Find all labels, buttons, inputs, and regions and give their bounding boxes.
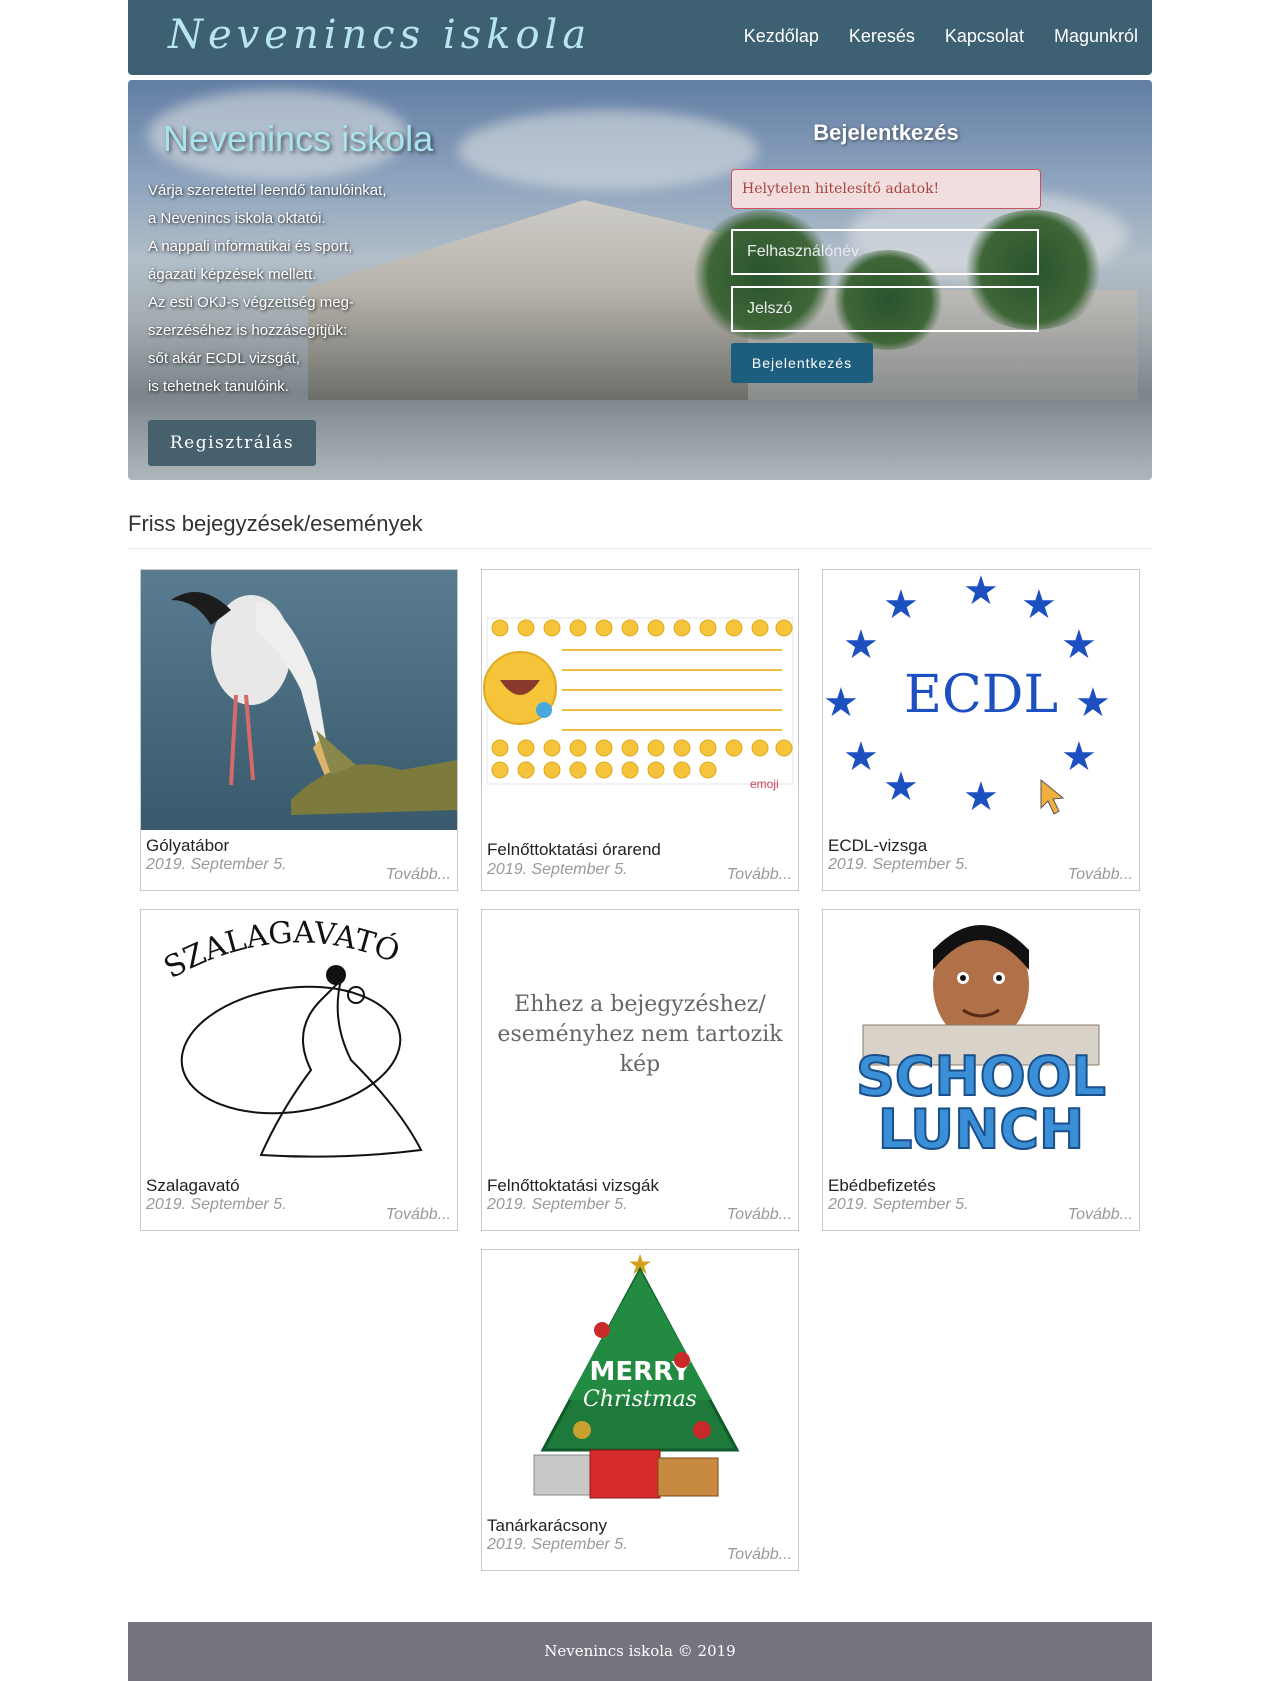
lunch-text-2: LUNCH	[878, 1098, 1084, 1161]
footer: Nevenincs iskola © 2019	[128, 1622, 1152, 1681]
post-title[interactable]: Tanárkarácsony	[487, 1516, 607, 1536]
read-more-link[interactable]: Tovább...	[727, 866, 792, 884]
nav-links: Kezdőlap Keresés Kapcsolat Magunkról	[744, 26, 1138, 47]
post-title[interactable]: Ebédbefizetés	[828, 1176, 936, 1196]
post-card[interactable]: ★ ★ ★ ★ ★ ★ ★ ★ ★ ★ ★ ECDL ECDL-vizsga 2…	[822, 569, 1140, 891]
hero-banner: Nevenincs iskola Várja szeretettel leend…	[128, 80, 1152, 480]
hero-text-line: is tehetnek tanulóink.	[148, 378, 289, 395]
section-divider	[128, 548, 1152, 549]
stork-illustration	[171, 592, 457, 815]
brand-logo[interactable]: Nevenincs iskola	[168, 12, 591, 58]
szalagavato-illustration: SZALAGAVATÓ	[158, 915, 423, 1158]
school-lunch-illustration: SCHOOL LUNCH	[855, 925, 1107, 1162]
read-more-link[interactable]: Tovább...	[727, 1206, 792, 1224]
post-title[interactable]: ECDL-vizsga	[828, 836, 927, 856]
no-image-text: Ehhez a bejegyzéshez/ eseményhez nem tar…	[497, 992, 783, 1077]
christmas-tree-illustration: ★ MERRY Christmas	[533, 1250, 740, 1499]
nav-link-home[interactable]: Kezdőlap	[744, 26, 819, 47]
hero-text-line: szerzéséhez is hozzásegítjük:	[148, 322, 348, 339]
password-input[interactable]	[731, 286, 1039, 332]
xmas-text-2: Christmas	[583, 1387, 697, 1412]
post-card[interactable]: Gólyatábor 2019. September 5. Tovább...	[140, 569, 458, 891]
read-more-link[interactable]: Tovább...	[1068, 866, 1133, 884]
post-date: 2019. September 5.	[487, 1536, 628, 1553]
svg-text:★: ★	[823, 680, 859, 726]
login-title: Bejelentkezés	[813, 120, 959, 145]
svg-text:★: ★	[843, 622, 879, 668]
svg-text:SZALAGAVATÓ: SZALAGAVATÓ	[158, 915, 404, 986]
post-image-szalagavato[interactable]: SZALAGAVATÓ	[141, 910, 457, 1170]
post-image-stork[interactable]	[141, 570, 457, 830]
post-image-placeholder[interactable]: Ehhez a bejegyzéshez/ eseményhez nem tar…	[482, 910, 798, 1170]
post-title[interactable]: Felnőttoktatási vizsgák	[487, 1176, 659, 1196]
post-date: 2019. September 5.	[828, 856, 969, 873]
post-title[interactable]: Gólyatábor	[146, 836, 229, 856]
svg-text:★: ★	[1061, 622, 1097, 668]
read-more-link[interactable]: Tovább...	[1068, 1206, 1133, 1224]
post-date: 2019. September 5.	[146, 856, 287, 873]
svg-text:★: ★	[883, 582, 919, 628]
post-card[interactable]: emoji Felnőttoktatási órarend 2019. Sept…	[481, 569, 799, 891]
username-input[interactable]	[731, 229, 1039, 275]
ecdl-logo: ★ ★ ★ ★ ★ ★ ★ ★ ★ ★ ★ ECDL	[823, 570, 1111, 820]
post-date: 2019. September 5.	[487, 861, 628, 878]
section-title: Friss bejegyzések/események	[128, 511, 423, 536]
page: Nevenincs iskola Kezdőlap Keresés Kapcso…	[0, 0, 1280, 1681]
hero-text-line: ágazati képzések mellett.	[148, 266, 317, 283]
read-more-link[interactable]: Tovább...	[386, 866, 451, 884]
navbar: Nevenincs iskola Kezdőlap Keresés Kapcso…	[128, 0, 1152, 75]
svg-text:★: ★	[1075, 680, 1111, 726]
login-error-alert: Helytelen hitelesítő adatok!	[731, 169, 1041, 209]
post-image-ecdl[interactable]: ★ ★ ★ ★ ★ ★ ★ ★ ★ ★ ★ ECDL	[823, 570, 1139, 830]
hero-text-line: Várja szeretettel leendő tanulóinkat,	[148, 182, 387, 199]
footer-text: Nevenincs iskola © 2019	[544, 1642, 736, 1660]
post-card[interactable]: Ehhez a bejegyzéshez/ eseményhez nem tar…	[481, 909, 799, 1231]
ecdl-text: ECDL	[904, 665, 1058, 725]
nav-link-about[interactable]: Magunkról	[1054, 26, 1138, 47]
svg-text:★: ★	[963, 774, 999, 820]
post-title[interactable]: Szalagavató	[146, 1176, 240, 1196]
hero-text-line: a Nevenincs iskola oktatói.	[148, 210, 326, 227]
hero-text-line: Az esti OKJ-s végzettség meg-	[148, 294, 354, 311]
post-date: 2019. September 5.	[828, 1196, 969, 1213]
post-card[interactable]: SCHOOL LUNCH Ebédbefizetés 2019. Septemb…	[822, 909, 1140, 1231]
nav-link-search[interactable]: Keresés	[849, 26, 915, 47]
hero-title: Nevenincs iskola	[163, 118, 434, 159]
hero-text-line: A nappali informatikai és sport,	[148, 238, 353, 255]
read-more-link[interactable]: Tovább...	[727, 1546, 792, 1564]
post-title[interactable]: Felnőttoktatási órarend	[487, 840, 661, 860]
emoji-timetable-illustration: emoji	[483, 617, 794, 791]
nav-link-contact[interactable]: Kapcsolat	[945, 26, 1024, 47]
svg-text:★: ★	[1021, 582, 1057, 628]
post-card[interactable]: SZALAGAVATÓ Szalagavató 2019. September …	[140, 909, 458, 1231]
post-image-timetable[interactable]: emoji	[482, 570, 798, 830]
read-more-link[interactable]: Tovább...	[386, 1206, 451, 1224]
svg-text:★: ★	[1061, 734, 1097, 780]
svg-text:★: ★	[883, 764, 919, 810]
post-image-christmas[interactable]: ★ MERRY Christmas	[482, 1250, 798, 1510]
emoji-logo-text: emoji	[750, 777, 779, 791]
post-date: 2019. September 5.	[146, 1196, 287, 1213]
post-image-school-lunch[interactable]: SCHOOL LUNCH	[823, 910, 1139, 1170]
svg-text:★: ★	[843, 734, 879, 780]
login-button[interactable]: Bejelentkezés	[731, 343, 873, 383]
szalag-text: SZALAGAVATÓ	[158, 915, 404, 986]
svg-text:★: ★	[963, 570, 999, 614]
post-date: 2019. September 5.	[487, 1196, 628, 1213]
hero-text: Várja szeretettel leendő tanulóinkat, a …	[148, 177, 438, 401]
register-button[interactable]: Regisztrálás	[148, 420, 316, 466]
post-card[interactable]: ★ MERRY Christmas Tanárkarácsony 2019. S…	[481, 1249, 799, 1571]
hero-text-line: sőt akár ECDL vizsgát,	[148, 350, 300, 367]
